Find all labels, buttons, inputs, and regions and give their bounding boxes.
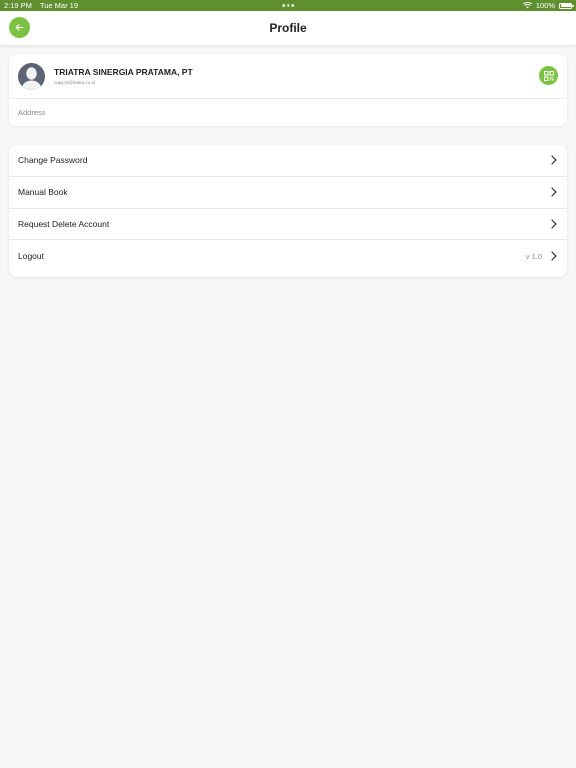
arrow-left-icon — [15, 24, 24, 31]
qr-code-icon — [543, 70, 554, 81]
profile-header: TRIATRA SINERGIA PRATAMA, PT copy.tjr@tr… — [9, 54, 567, 99]
menu-item-label: Request Delete Account — [18, 218, 110, 229]
wifi-icon — [522, 2, 532, 9]
chevron-right-icon — [551, 251, 557, 261]
address-label: Address — [18, 108, 46, 117]
company-name: TRIATRA SINERGIA PRATAMA, PT — [54, 67, 193, 77]
avatar — [18, 62, 45, 90]
menu-card: Change Password Manual Book Request Dele… — [9, 145, 567, 277]
app-version: v 1.0 — [525, 251, 542, 261]
status-date: Tue Mar 19 — [39, 1, 79, 10]
battery-percent: 100% — [535, 1, 555, 10]
company-email: copy.tjr@triatra.co.id — [54, 80, 95, 85]
request-delete-account-item[interactable]: Request Delete Account — [9, 209, 567, 241]
change-password-item[interactable]: Change Password — [9, 145, 567, 177]
chevron-right-icon — [551, 187, 557, 197]
user-silhouette-icon — [18, 62, 45, 90]
logout-item[interactable]: Logout v 1.0 — [9, 240, 567, 272]
header: Profile — [0, 11, 576, 46]
address-row: Address — [9, 99, 567, 126]
menu-item-label: Logout — [18, 251, 44, 262]
profile-card: TRIATRA SINERGIA PRATAMA, PT copy.tjr@tr… — [9, 54, 567, 126]
manual-book-item[interactable]: Manual Book — [9, 177, 567, 209]
chevron-right-icon — [551, 155, 557, 165]
menu-item-label: Change Password — [18, 155, 88, 166]
status-bar: 2:19 PM Tue Mar 19 100% — [0, 0, 576, 11]
multitasking-dots-icon[interactable] — [282, 4, 294, 7]
menu-item-label: Manual Book — [18, 187, 68, 198]
page-title: Profile — [269, 21, 307, 35]
back-button[interactable] — [9, 17, 30, 38]
chevron-right-icon — [551, 219, 557, 229]
status-time: 2:19 PM — [4, 1, 32, 10]
battery-icon — [559, 2, 574, 9]
qr-code-button[interactable] — [539, 66, 558, 85]
